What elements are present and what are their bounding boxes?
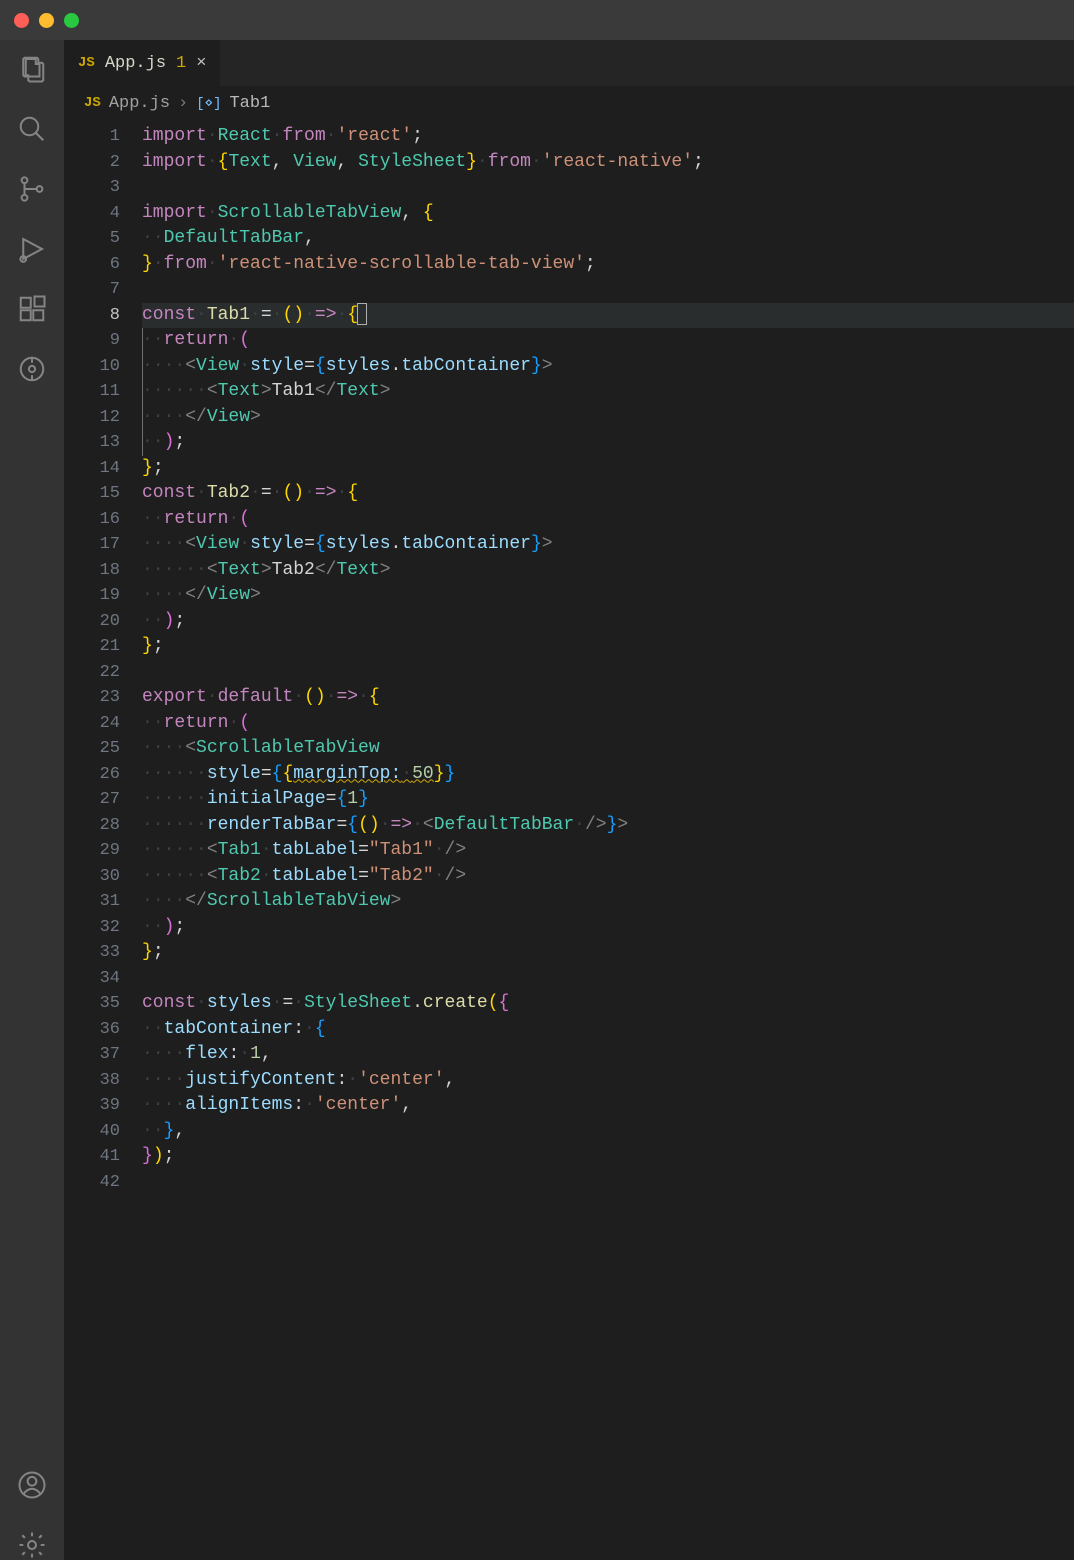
tab-modified-badge: 1: [176, 54, 186, 73]
text-cursor: [357, 303, 367, 325]
code-line[interactable]: import·React·from·'react';: [142, 124, 1074, 150]
code-line[interactable]: const·Tab2·=·()·=>·{: [142, 481, 1074, 507]
breadcrumb-file: App.js: [109, 94, 170, 113]
code-line[interactable]: export·default·()·=>·{: [142, 685, 1074, 711]
window-zoom-dot[interactable]: [64, 13, 79, 28]
code-line[interactable]: ····</View>: [142, 583, 1074, 609]
code-line[interactable]: ······<Text>Tab2</Text>: [142, 558, 1074, 584]
symbol-variable-icon: [⋄]: [196, 95, 221, 112]
code-line[interactable]: import·{Text, View, StyleSheet}·from·'re…: [142, 150, 1074, 176]
code-line[interactable]: ····justifyContent:·'center',: [142, 1068, 1074, 1094]
code-line[interactable]: ··return·(: [142, 328, 1074, 354]
window-minimize-dot[interactable]: [39, 13, 54, 28]
code-line[interactable]: [142, 277, 1074, 303]
tab-bar: JS App.js 1 ×: [64, 40, 1074, 86]
breadcrumb[interactable]: JS App.js › [⋄] Tab1: [64, 86, 1074, 120]
code-line[interactable]: ······style={{marginTop:·50}}: [142, 762, 1074, 788]
code-line[interactable]: ··tabContainer:·{: [142, 1017, 1074, 1043]
code-line[interactable]: ··return·(: [142, 507, 1074, 533]
window-close-dot[interactable]: [14, 13, 29, 28]
code-line[interactable]: ··);: [142, 915, 1074, 941]
source-control-icon[interactable]: [17, 174, 47, 204]
activity-bar: [0, 40, 64, 1560]
code-line[interactable]: ··DefaultTabBar,: [142, 226, 1074, 252]
code-line[interactable]: [142, 175, 1074, 201]
code-line[interactable]: const·Tab1·=·()·=>·{: [142, 303, 1074, 329]
code-line[interactable]: ······<Tab1·tabLabel="Tab1"·/>: [142, 838, 1074, 864]
code-line[interactable]: ····</ScrollableTabView>: [142, 889, 1074, 915]
titlebar: [0, 0, 1074, 40]
code-line[interactable]: const·styles·=·StyleSheet.create({: [142, 991, 1074, 1017]
line-number-gutter: 1234567891011121314151617181920212223242…: [64, 120, 142, 1560]
code-line[interactable]: ····<ScrollableTabView: [142, 736, 1074, 762]
code-line[interactable]: }·from·'react-native-scrollable-tab-view…: [142, 252, 1074, 278]
chevron-right-icon: ›: [178, 94, 188, 113]
js-file-icon: JS: [78, 55, 95, 71]
settings-icon[interactable]: [17, 1530, 47, 1560]
code-area[interactable]: import·React·from·'react';import·{Text, …: [142, 120, 1074, 1560]
tab-app-js[interactable]: JS App.js 1 ×: [64, 40, 220, 86]
code-line[interactable]: });: [142, 1144, 1074, 1170]
explorer-icon[interactable]: [17, 54, 47, 84]
gitlens-icon[interactable]: [17, 354, 47, 384]
editor[interactable]: 1234567891011121314151617181920212223242…: [64, 120, 1074, 1560]
code-line[interactable]: ····</View>: [142, 405, 1074, 431]
tab-filename: App.js: [105, 54, 166, 73]
code-line[interactable]: ··);: [142, 609, 1074, 635]
code-line[interactable]: import·ScrollableTabView, {: [142, 201, 1074, 227]
code-line[interactable]: ····<View·style={styles.tabContainer}>: [142, 354, 1074, 380]
extensions-icon[interactable]: [17, 294, 47, 324]
tab-close-icon[interactable]: ×: [196, 54, 206, 73]
code-line[interactable]: };: [142, 940, 1074, 966]
code-line[interactable]: ··},: [142, 1119, 1074, 1145]
code-line[interactable]: ······<Tab2·tabLabel="Tab2"·/>: [142, 864, 1074, 890]
code-line[interactable]: ····flex:·1,: [142, 1042, 1074, 1068]
code-line[interactable]: [142, 1170, 1074, 1196]
code-line[interactable]: };: [142, 456, 1074, 482]
code-line[interactable]: [142, 660, 1074, 686]
js-file-icon: JS: [84, 95, 101, 111]
account-icon[interactable]: [17, 1470, 47, 1500]
code-line[interactable]: };: [142, 634, 1074, 660]
code-line[interactable]: ··);: [142, 430, 1074, 456]
debug-icon[interactable]: [17, 234, 47, 264]
code-line[interactable]: ······<Text>Tab1</Text>: [142, 379, 1074, 405]
code-line[interactable]: ····alignItems:·'center',: [142, 1093, 1074, 1119]
code-line[interactable]: ····<View·style={styles.tabContainer}>: [142, 532, 1074, 558]
code-line[interactable]: ······initialPage={1}: [142, 787, 1074, 813]
search-icon[interactable]: [17, 114, 47, 144]
code-line[interactable]: ··return·(: [142, 711, 1074, 737]
breadcrumb-symbol: Tab1: [229, 94, 270, 113]
code-line[interactable]: ······renderTabBar={()·=>·<DefaultTabBar…: [142, 813, 1074, 839]
code-line[interactable]: [142, 966, 1074, 992]
